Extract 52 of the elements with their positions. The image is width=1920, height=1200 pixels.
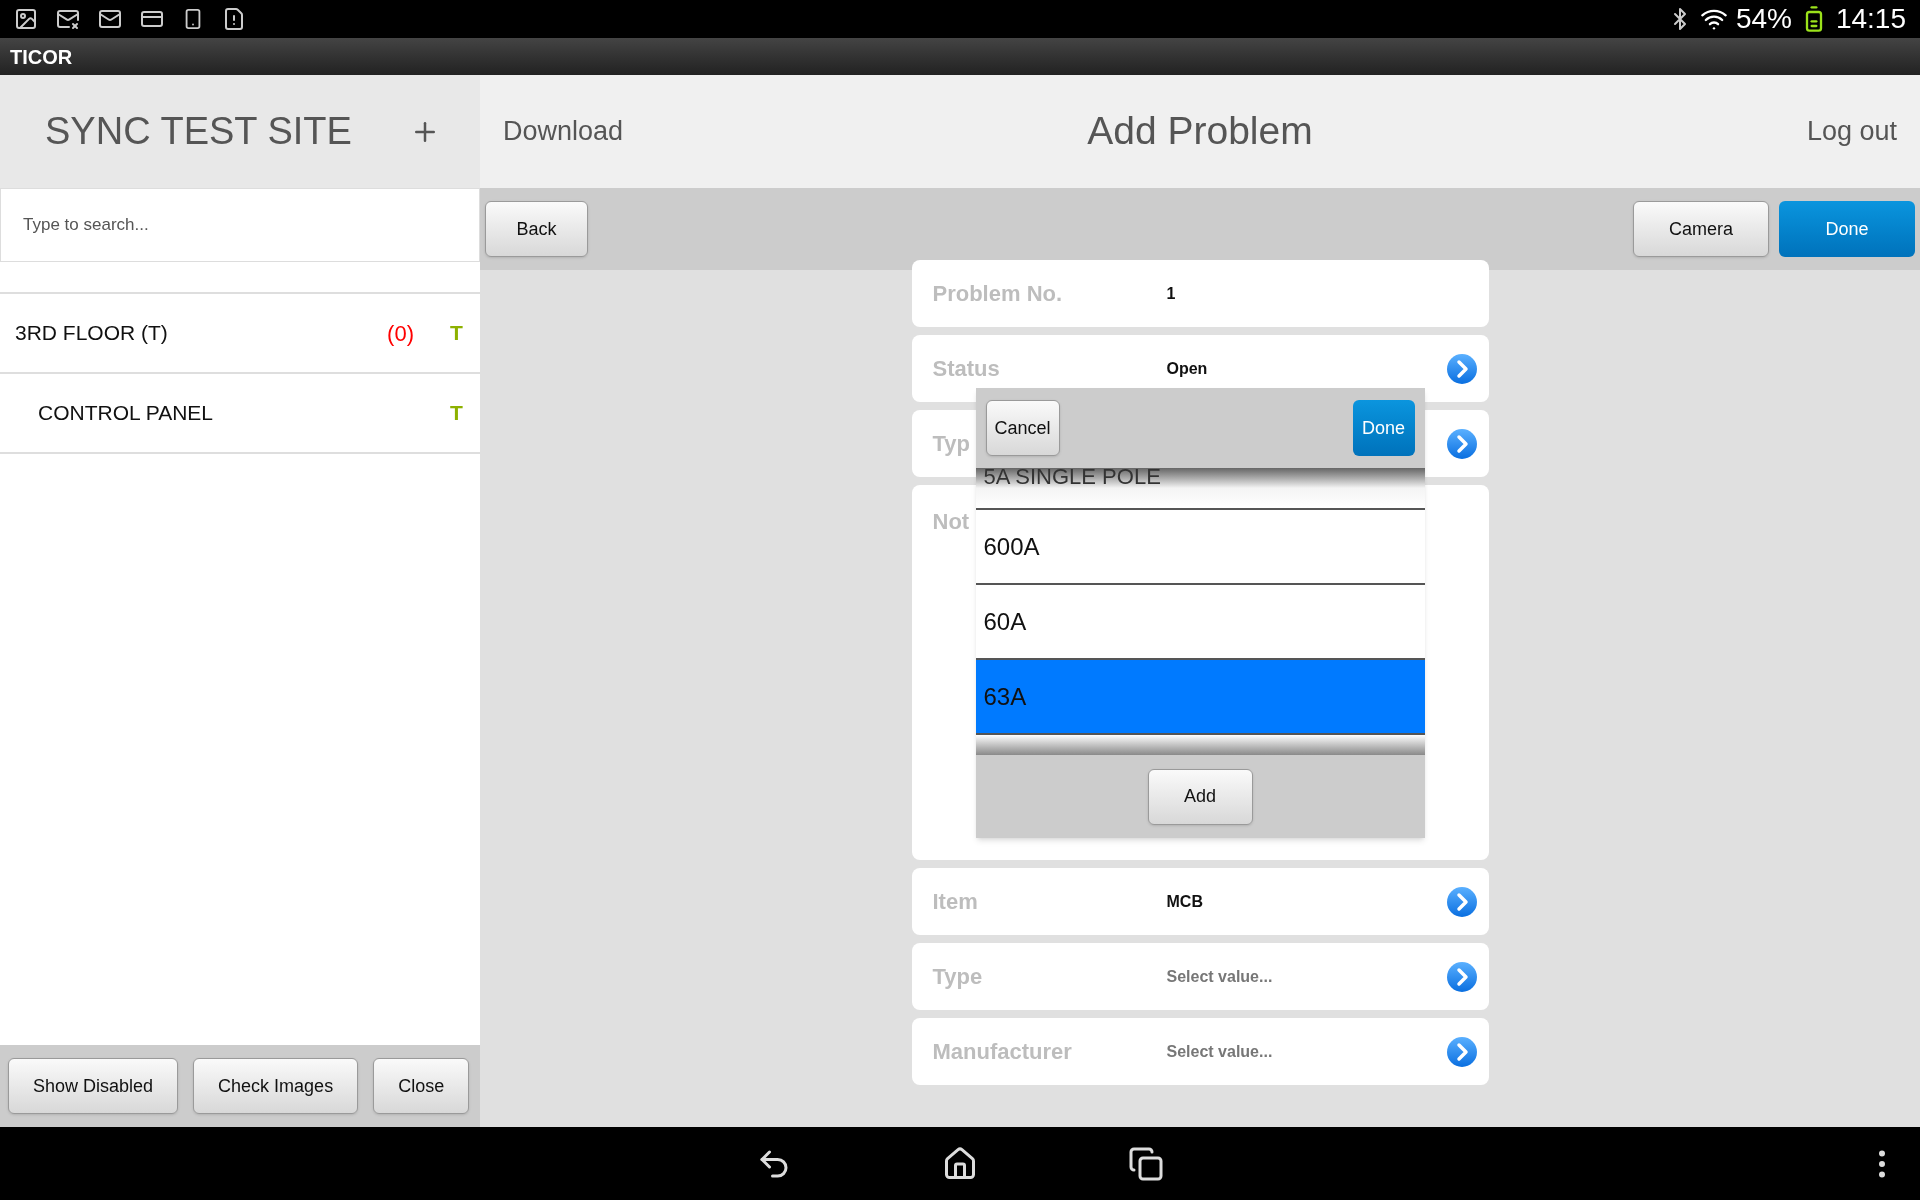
picker-option[interactable]: 60A [975, 585, 1425, 660]
logout-link[interactable]: Log out [1597, 111, 1897, 152]
chevron-right-icon[interactable] [1445, 960, 1478, 993]
recent-apps-icon[interactable] [1128, 1145, 1164, 1182]
form-row[interactable]: Item MCB [911, 868, 1489, 935]
home-icon[interactable] [942, 1145, 978, 1182]
field-placeholder: Select value... [1166, 1041, 1273, 1062]
cancel-button[interactable]: Cancel [985, 400, 1060, 456]
site-title: SYNC TEST SITE [45, 109, 353, 154]
field-label: Item [932, 888, 978, 916]
toolbar-button[interactable]: Camera [1633, 201, 1769, 257]
chevron-right-icon[interactable] [1445, 427, 1478, 460]
field-label: Not [932, 508, 970, 536]
field-label: Problem No. [932, 280, 1063, 308]
field-label: Type [932, 963, 983, 991]
tree-item-label: 3RD FLOOR (T) [15, 320, 169, 347]
download-link[interactable]: Download [503, 111, 803, 152]
page-title: Add Problem [1086, 108, 1314, 155]
picker-option[interactable]: 63A [975, 660, 1425, 735]
sd-card-warning-icon [222, 7, 246, 31]
field-value: MCB [1166, 891, 1203, 912]
sidebar-button[interactable]: Show Disabled [8, 1058, 179, 1114]
add-button[interactable]: Add [1147, 768, 1253, 825]
sidebar-button[interactable]: Close [373, 1058, 470, 1114]
clock-time: 14:15 [1835, 2, 1906, 36]
form-row[interactable]: Type Select value... [911, 943, 1489, 1010]
sidebar-button[interactable]: Check Images [193, 1058, 359, 1114]
field-label: Manufacturer [932, 1038, 1072, 1066]
mail-icon [98, 7, 122, 31]
field-label: Status [932, 355, 1000, 383]
form-row[interactable]: Manufacturer Select value... [911, 1018, 1489, 1085]
search-field[interactable]: Type to search... [0, 188, 480, 262]
picker-option[interactable]: 600A [975, 510, 1425, 585]
tree-item-label: CONTROL PANEL [38, 400, 215, 427]
battery-percent: 54% [1735, 2, 1792, 36]
field-placeholder: Select value... [1166, 966, 1273, 987]
mail-x-icon [56, 7, 80, 31]
item-letter: T [450, 400, 464, 427]
app-title: TICOR [10, 44, 73, 70]
chevron-right-icon[interactable] [1445, 352, 1478, 385]
field-value: 1 [1166, 283, 1176, 304]
back-button[interactable]: Back [485, 201, 588, 257]
image-icon [14, 7, 38, 31]
chevron-right-icon[interactable] [1445, 1035, 1478, 1068]
item-letter: T [450, 320, 464, 347]
field-label: Typ [932, 430, 970, 458]
done-button[interactable]: Done [1352, 400, 1415, 456]
item-count: (0) [387, 319, 414, 348]
field-value: Open [1166, 358, 1208, 379]
toolbar-button[interactable]: Done [1779, 201, 1915, 257]
chevron-right-icon[interactable] [1445, 885, 1478, 918]
picker-option[interactable]: 5A SINGLE POLE [975, 468, 1425, 510]
